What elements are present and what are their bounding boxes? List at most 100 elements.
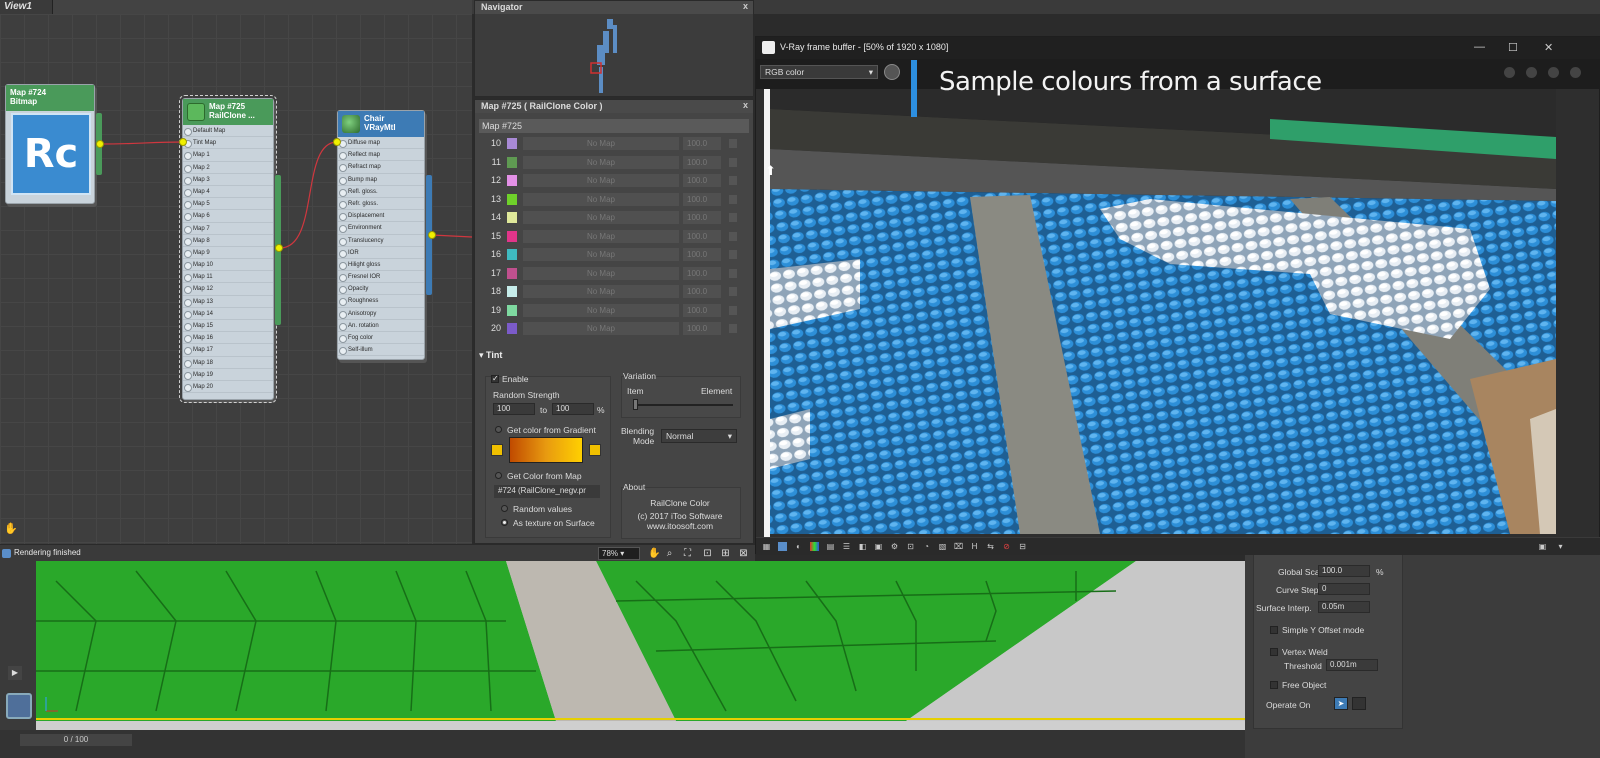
node-slot[interactable]: Refr. gloss. bbox=[338, 198, 424, 211]
node-slot[interactable]: An. rotation bbox=[338, 320, 424, 332]
node-slot[interactable]: Map 9 bbox=[183, 247, 273, 260]
node-slot[interactable]: Displacement bbox=[338, 210, 424, 223]
params-close-icon[interactable]: x bbox=[743, 100, 748, 110]
map-row-color-swatch[interactable] bbox=[507, 193, 517, 205]
map-row-color-swatch[interactable] bbox=[507, 138, 517, 149]
panel-toggle-icon[interactable]: ▣ bbox=[1538, 542, 1547, 551]
map-row-slot-button[interactable]: No Map bbox=[523, 248, 679, 261]
node-slot[interactable]: Diffuse map bbox=[338, 137, 424, 150]
node-slot[interactable]: Map 10 bbox=[183, 259, 273, 272]
map-row-slot-button[interactable]: No Map bbox=[523, 137, 679, 150]
pan-icon[interactable]: ✋ bbox=[648, 548, 660, 559]
node-slot[interactable]: Map 16 bbox=[183, 332, 273, 345]
map-row-slot-button[interactable]: No Map bbox=[523, 266, 679, 280]
map-radio[interactable] bbox=[495, 472, 502, 479]
time-slider[interactable]: 0 / 100 bbox=[0, 730, 1245, 758]
strength-from-spinner[interactable]: 100 bbox=[493, 403, 535, 415]
node-slot[interactable]: Map 3 bbox=[183, 174, 273, 186]
map-row-color-swatch[interactable] bbox=[507, 175, 517, 186]
node-slot[interactable]: Map 14 bbox=[183, 308, 273, 320]
map-row-checkbox[interactable] bbox=[729, 287, 737, 296]
strength-to-spinner[interactable]: 100 bbox=[552, 403, 594, 415]
tint-map-button[interactable]: #724 (RailClone_negv.pr bbox=[494, 485, 600, 498]
gradient-radio[interactable] bbox=[495, 426, 502, 433]
node-slot[interactable]: Map 6 bbox=[183, 210, 273, 223]
surface-interp-spinner[interactable]: 0.05m bbox=[1318, 601, 1370, 613]
h-icon[interactable]: H bbox=[970, 542, 979, 551]
map-row-color-swatch[interactable] bbox=[507, 267, 517, 279]
pixel-info-icon[interactable]: ⌧ bbox=[954, 542, 963, 551]
close-icon[interactable]: ✕ bbox=[1544, 41, 1553, 54]
map-row-checkbox[interactable] bbox=[729, 324, 737, 333]
map-row-slot-button[interactable]: No Map bbox=[523, 192, 679, 206]
vfb-tool-circle-4[interactable] bbox=[1570, 67, 1581, 78]
node-slot[interactable]: Fresnel IOR bbox=[338, 271, 424, 284]
slate-node-editor[interactable]: Map #724 Bitmap Rc Map #725 RailClone ..… bbox=[0, 14, 472, 544]
node-slot[interactable]: Hilight gloss bbox=[338, 259, 424, 272]
map-row-weight-spinner[interactable]: 100.0 bbox=[683, 174, 721, 187]
map-row-checkbox[interactable] bbox=[729, 139, 737, 148]
map-row-checkbox[interactable] bbox=[729, 213, 737, 222]
exposure-icon[interactable]: ◧ bbox=[858, 542, 867, 551]
simple-y-checkbox[interactable] bbox=[1270, 626, 1278, 634]
node-slot[interactable]: Map 19 bbox=[183, 369, 273, 381]
node-slot[interactable]: Environment bbox=[338, 222, 424, 235]
node-slot[interactable]: Map 8 bbox=[183, 235, 273, 247]
blending-mode-select[interactable]: Normal ▾ bbox=[661, 429, 737, 443]
lens-effects-icon[interactable]: ◔ bbox=[922, 542, 931, 551]
rgb-channel-icon[interactable] bbox=[778, 542, 787, 551]
map-row-weight-spinner[interactable]: 100.0 bbox=[683, 192, 721, 206]
map-row-slot-button[interactable]: No Map bbox=[523, 285, 679, 298]
map-row-checkbox[interactable] bbox=[729, 176, 737, 185]
bitmap-output-pin[interactable] bbox=[96, 140, 104, 148]
node-slot[interactable]: Map 5 bbox=[183, 198, 273, 211]
map-row-weight-spinner[interactable]: 100.0 bbox=[683, 266, 721, 280]
zoom-selected-icon[interactable]: ⊞ bbox=[720, 548, 731, 559]
node-slot[interactable]: Default Map bbox=[183, 125, 273, 138]
node-slot[interactable]: Reflect map bbox=[338, 149, 424, 162]
about-url[interactable]: www.itoosoft.com bbox=[625, 521, 735, 531]
map-row-color-swatch[interactable] bbox=[507, 323, 517, 334]
map-row-color-swatch[interactable] bbox=[507, 286, 517, 297]
tint-map-input-pin[interactable] bbox=[179, 138, 187, 146]
threshold-spinner[interactable]: 0.001m bbox=[1326, 659, 1378, 671]
map-name-field[interactable]: Map #725 bbox=[479, 119, 749, 133]
map-row-slot-button[interactable]: No Map bbox=[523, 229, 679, 243]
render-image[interactable] bbox=[770, 89, 1556, 534]
map-row-slot-button[interactable]: No Map bbox=[523, 211, 679, 224]
node-slot[interactable]: Map 11 bbox=[183, 271, 273, 284]
map-row-weight-spinner[interactable]: 100.0 bbox=[683, 229, 721, 243]
bitmap-node[interactable]: Map #724 Bitmap Rc bbox=[5, 84, 102, 204]
pan-hand-icon[interactable]: ✋ bbox=[4, 522, 18, 535]
node-slot[interactable]: Map 13 bbox=[183, 296, 273, 308]
tint-rollout-header[interactable]: ▾ Tint bbox=[479, 350, 749, 363]
color-corrections-icon[interactable]: ◐ bbox=[794, 542, 803, 551]
zoom-region-icon[interactable]: ⛶ bbox=[682, 548, 693, 559]
diffuse-map-input-pin[interactable] bbox=[333, 138, 341, 146]
map-row-weight-spinner[interactable]: 100.0 bbox=[683, 248, 721, 261]
vray-shield-icon[interactable] bbox=[884, 64, 900, 80]
node-slot[interactable]: Bump map bbox=[338, 174, 424, 186]
frame-all-icon[interactable]: ⊠ bbox=[738, 548, 749, 559]
histogram-icon[interactable] bbox=[810, 542, 819, 551]
zoom-extents-icon[interactable]: ⊡ bbox=[702, 548, 713, 559]
node-slot[interactable]: Map 18 bbox=[183, 357, 273, 369]
clear-icon[interactable]: ⊘ bbox=[1002, 542, 1011, 551]
chevron-down-icon[interactable]: ▾ bbox=[1556, 542, 1565, 551]
node-slot[interactable]: Roughness bbox=[338, 295, 424, 308]
node-slot[interactable]: Map 1 bbox=[183, 149, 273, 162]
minimize-icon[interactable]: — bbox=[1474, 41, 1485, 53]
operate-on-spline-button[interactable]: ➤ bbox=[1334, 697, 1348, 710]
map-row-weight-spinner[interactable]: 100.0 bbox=[683, 137, 721, 150]
map-row-color-swatch[interactable] bbox=[507, 230, 517, 242]
save-image-icon[interactable]: ▦ bbox=[762, 542, 771, 551]
compare-icon[interactable]: ▤ bbox=[826, 542, 835, 551]
map-row-checkbox[interactable] bbox=[729, 268, 737, 278]
viewcube-icon[interactable] bbox=[6, 693, 32, 719]
map-row-slot-button[interactable]: No Map bbox=[523, 303, 679, 317]
navigator-close-icon[interactable]: x bbox=[743, 1, 748, 11]
map-row-weight-spinner[interactable]: 100.0 bbox=[683, 285, 721, 298]
view-title[interactable]: View1 bbox=[4, 1, 32, 12]
free-object-checkbox[interactable] bbox=[1270, 681, 1278, 689]
map-row-checkbox[interactable] bbox=[729, 250, 737, 259]
